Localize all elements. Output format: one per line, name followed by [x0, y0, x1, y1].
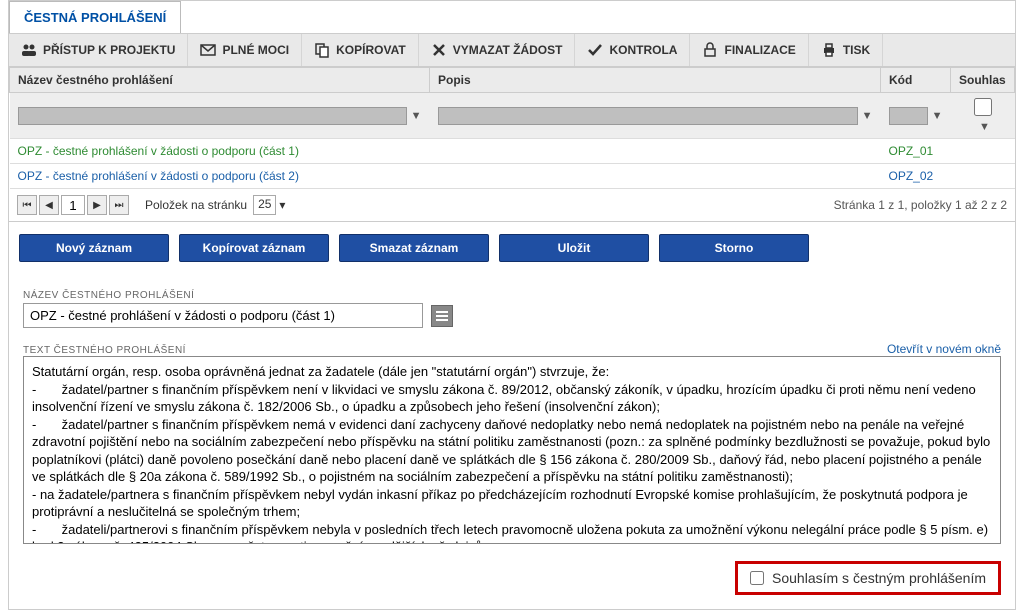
funnel-icon[interactable]: ▼ [932, 110, 943, 122]
table-row[interactable]: OPZ - čestné prohlášení v žádosti o podp… [10, 139, 1015, 164]
consent-container[interactable]: Souhlasím s čestným prohlášením [735, 561, 1001, 595]
col-header-code[interactable]: Kód [881, 68, 951, 93]
toolbar-label: KONTROLA [609, 43, 677, 57]
envelope-icon [200, 42, 216, 58]
copy-icon [314, 42, 330, 58]
declaration-text-area[interactable] [23, 356, 1001, 544]
filter-code-input[interactable] [889, 107, 928, 125]
per-page-select[interactable]: 25 [253, 195, 276, 215]
toolbar-label: TISK [843, 43, 870, 57]
filter-desc-input[interactable] [438, 107, 858, 125]
pager-page-input[interactable] [61, 195, 85, 215]
per-page-label: Položek na stránku [145, 198, 247, 212]
pager-first-button[interactable]: ⏮ [17, 195, 37, 215]
people-icon [21, 42, 37, 58]
open-new-window-link[interactable]: Otevřít v novém okně [887, 342, 1001, 356]
cell-consent [951, 164, 1015, 189]
access-project-button[interactable]: PŘÍSTUP K PROJEKTU [9, 34, 188, 66]
toolbar-label: PLNÉ MOCI [222, 43, 289, 57]
filter-consent-checkbox[interactable] [959, 98, 1007, 116]
declaration-name-input[interactable] [23, 303, 423, 328]
col-header-desc[interactable]: Popis [430, 68, 881, 93]
filter-name-input[interactable] [18, 107, 407, 125]
pager-next-button[interactable]: ▶ [87, 195, 107, 215]
funnel-icon[interactable]: ▼ [862, 110, 873, 122]
finalize-button[interactable]: FINALIZACE [690, 34, 808, 66]
delete-request-button[interactable]: VYMAZAT ŽÁDOST [419, 34, 576, 66]
page-title: ČESTNÁ PROHLÁŠENÍ [9, 1, 181, 33]
delete-record-button[interactable]: Smazat záznam [339, 234, 489, 262]
cell-code: OPZ_01 [881, 139, 951, 164]
main-toolbar: PŘÍSTUP K PROJEKTU PLNÉ MOCI KOPÍROVAT V… [9, 33, 1015, 67]
pager: ⏮ ◀ ▶ ⏭ Položek na stránku 25 ▾ Stránka … [9, 189, 1015, 222]
page-info: Stránka 1 z 1, položky 1 až 2 z 2 [834, 198, 1007, 212]
cell-name[interactable]: OPZ - čestné prohlášení v žádosti o podp… [10, 164, 430, 189]
powers-button[interactable]: PLNÉ MOCI [188, 34, 302, 66]
cell-code: OPZ_02 [881, 164, 951, 189]
declarations-table: Název čestného prohlášení Popis Kód Souh… [9, 67, 1015, 189]
list-picker-button[interactable] [431, 305, 453, 327]
cell-desc [430, 164, 881, 189]
pager-prev-button[interactable]: ◀ [39, 195, 59, 215]
consent-label: Souhlasím s čestným prohlášením [772, 570, 986, 586]
cell-consent [951, 139, 1015, 164]
table-row[interactable]: OPZ - čestné prohlášení v žádosti o podp… [10, 164, 1015, 189]
funnel-icon[interactable]: ▼ [411, 110, 422, 122]
cell-desc [430, 139, 881, 164]
cell-name[interactable]: OPZ - čestné prohlášení v žádosti o podp… [10, 139, 430, 164]
col-header-name[interactable]: Název čestného prohlášení [10, 68, 430, 93]
toolbar-label: KOPÍROVAT [336, 43, 406, 57]
chevron-down-icon[interactable]: ▾ [279, 198, 285, 212]
pager-last-button[interactable]: ⏭ [109, 195, 129, 215]
x-icon [431, 42, 447, 58]
print-button[interactable]: TISK [809, 34, 883, 66]
name-field-label: NÁZEV ČESTNÉHO PROHLÁŠENÍ [23, 290, 1001, 301]
check-button[interactable]: KONTROLA [575, 34, 690, 66]
text-field-label: TEXT ČESTNÉHO PROHLÁŠENÍ [23, 345, 186, 356]
check-icon [587, 42, 603, 58]
toolbar-label: PŘÍSTUP K PROJEKTU [43, 43, 175, 57]
toolbar-label: VYMAZAT ŽÁDOST [453, 43, 563, 57]
col-header-consent[interactable]: Souhlas [951, 68, 1015, 93]
lock-icon [702, 42, 718, 58]
funnel-icon[interactable]: ▼ [979, 121, 990, 133]
cancel-button[interactable]: Storno [659, 234, 809, 262]
save-button[interactable]: Uložit [499, 234, 649, 262]
toolbar-label: FINALIZACE [724, 43, 795, 57]
copy-record-button[interactable]: Kopírovat záznam [179, 234, 329, 262]
print-icon [821, 42, 837, 58]
copy-button[interactable]: KOPÍROVAT [302, 34, 419, 66]
consent-checkbox[interactable] [750, 571, 764, 585]
new-record-button[interactable]: Nový záznam [19, 234, 169, 262]
